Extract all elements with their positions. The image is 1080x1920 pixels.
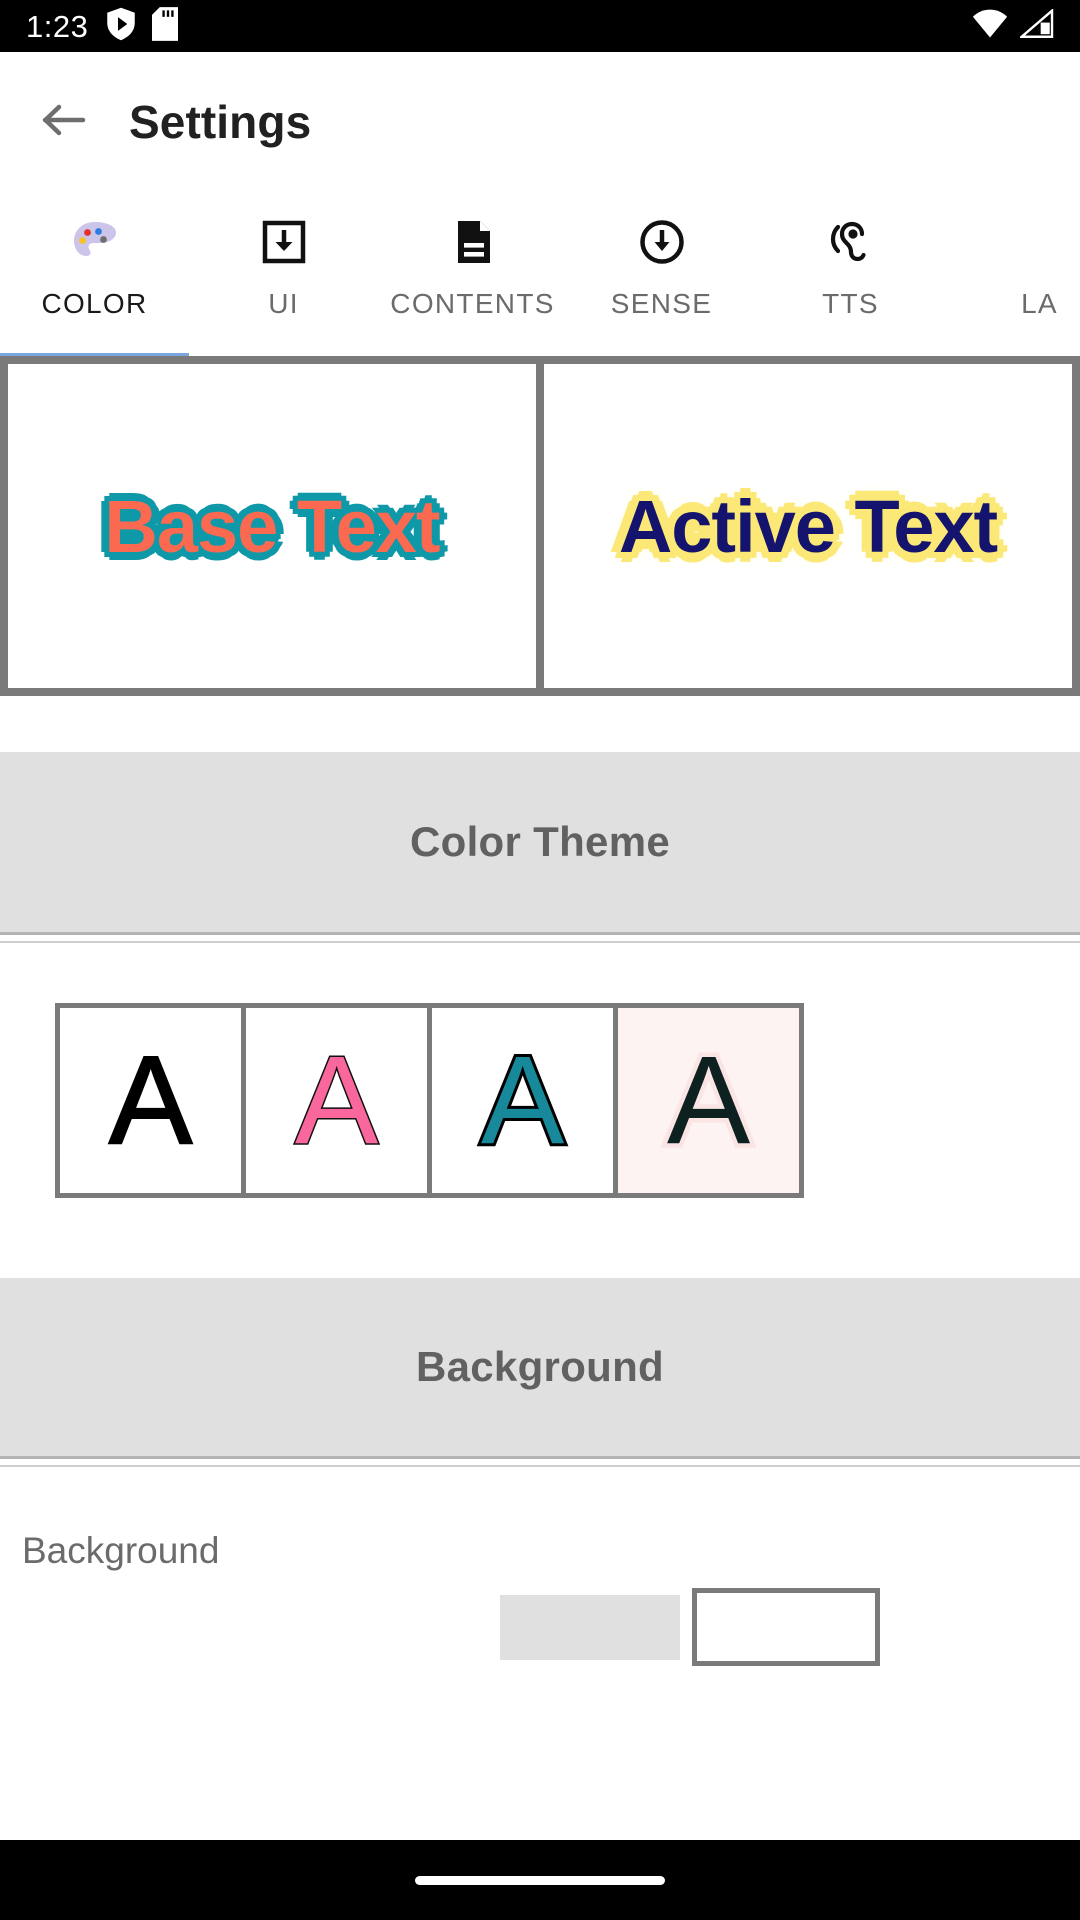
back-arrow-icon xyxy=(41,100,87,145)
tab-label-la: LA xyxy=(1021,288,1058,319)
shield-play-icon xyxy=(106,7,136,46)
theme-swatch-1[interactable]: A xyxy=(60,1008,241,1193)
text-preview-row: Base Text Active Text xyxy=(0,356,1080,696)
background-row-label: Background xyxy=(22,1530,220,1571)
color-theme-title: Color Theme xyxy=(410,818,670,865)
tab-color[interactable]: COLOR xyxy=(0,192,189,360)
base-text-sample: Base Text xyxy=(104,484,440,568)
tab-tts[interactable]: TTS xyxy=(756,192,945,360)
background-color-chip[interactable] xyxy=(500,1595,680,1660)
tab-la[interactable]: LA xyxy=(945,192,1080,360)
theme-swatch-glyph: A xyxy=(108,1031,193,1170)
background-color-chip-outlined[interactable] xyxy=(692,1588,880,1666)
home-gesture-pill[interactable] xyxy=(415,1875,665,1885)
tab-label-color: COLOR xyxy=(41,288,148,319)
tab-contents[interactable]: CONTENTS xyxy=(378,192,567,360)
color-theme-divider xyxy=(0,932,1080,935)
background-divider xyxy=(0,1456,1080,1459)
background-divider-secondary xyxy=(0,1465,1080,1467)
document-icon xyxy=(445,214,501,270)
theme-swatch-3[interactable]: A xyxy=(432,1008,613,1193)
color-theme-section-header: Color Theme xyxy=(0,752,1080,932)
theme-swatch-glyph: A xyxy=(478,1031,567,1170)
tab-sense[interactable]: SENSE xyxy=(567,192,756,360)
hearing-ear-icon xyxy=(823,214,879,270)
theme-swatch-4[interactable]: A xyxy=(618,1008,799,1193)
box-download-icon xyxy=(256,214,312,270)
tab-label-ui: UI xyxy=(268,288,299,319)
status-bar: 1:23 xyxy=(0,0,1080,52)
base-text-preview-card[interactable]: Base Text xyxy=(8,364,536,688)
palette-icon xyxy=(67,214,123,270)
sd-card-icon xyxy=(152,6,179,46)
system-navigation-bar xyxy=(0,1840,1080,1920)
cellular-signal-icon xyxy=(1018,7,1054,44)
color-theme-divider-secondary xyxy=(0,941,1080,943)
status-left-icons xyxy=(106,6,179,46)
circle-download-icon xyxy=(634,214,690,270)
back-button[interactable] xyxy=(32,90,96,154)
color-theme-swatch-row[interactable]: A A A A xyxy=(55,1003,804,1198)
theme-swatch-2[interactable]: A xyxy=(246,1008,427,1193)
background-section-header: Background xyxy=(0,1278,1080,1456)
active-text-preview-card[interactable]: Active Text xyxy=(544,364,1072,688)
theme-swatch-glyph: A xyxy=(662,1031,754,1170)
settings-screen: 1:23 Settings COLOR UI CONTENTS SENSE TT… xyxy=(0,0,1080,1920)
background-title: Background xyxy=(415,1343,665,1390)
tab-label-sense: SENSE xyxy=(610,288,713,319)
tab-label-contents: CONTENTS xyxy=(390,288,555,319)
status-right-icons xyxy=(972,7,1054,44)
status-clock: 1:23 xyxy=(26,8,89,44)
partial-tab-icon xyxy=(1012,214,1068,270)
tab-ui[interactable]: UI xyxy=(189,192,378,360)
tab-label-tts: TTS xyxy=(822,288,879,319)
theme-swatch-glyph: A xyxy=(293,1031,379,1170)
settings-tab-bar[interactable]: COLOR UI CONTENTS SENSE TTS LA xyxy=(0,192,1080,360)
page-title: Settings xyxy=(129,96,312,148)
active-text-sample: Active Text xyxy=(618,484,998,568)
app-bar: Settings xyxy=(0,52,1080,192)
wifi-icon xyxy=(972,9,1008,44)
